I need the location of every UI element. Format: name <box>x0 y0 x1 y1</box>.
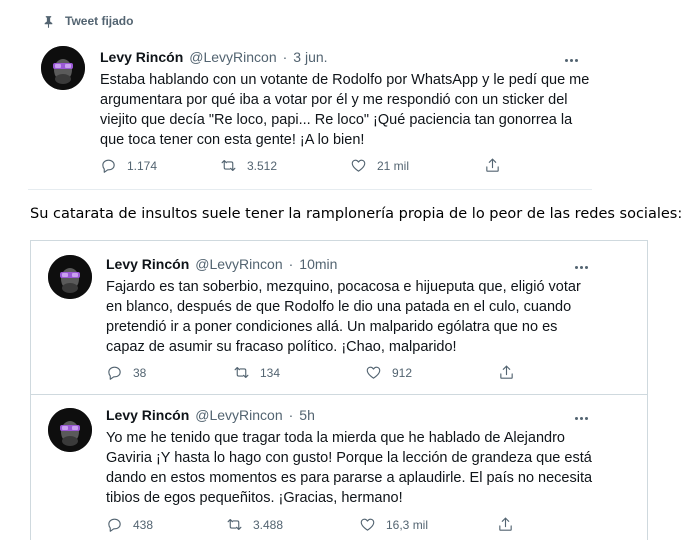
tweet[interactable]: Levy Rincón @LevyRincon · 10min Fajardo … <box>31 241 647 394</box>
pinned-tweet-panel: Tweet fijado Levy Rincón @LevyRincon · 3… <box>28 0 592 190</box>
avatar-image <box>48 408 92 452</box>
separator: · <box>288 407 294 423</box>
retweet-count: 134 <box>260 365 281 380</box>
like-count: 16,3 mil <box>386 517 429 532</box>
like-count: 21 mil <box>377 158 410 173</box>
heart-icon <box>360 518 375 531</box>
reply-count: 38 <box>133 365 147 380</box>
retweet-button[interactable]: 3.512 <box>220 157 350 174</box>
avatar-image <box>41 46 85 90</box>
user-handle[interactable]: @LevyRincon <box>195 407 282 423</box>
heart-icon <box>351 159 366 172</box>
retweet-count: 3.488 <box>253 517 284 532</box>
avatar[interactable] <box>48 408 92 452</box>
reply-count: 438 <box>133 517 154 532</box>
like-button[interactable]: 16,3 mil <box>359 516 497 533</box>
tweet-header: Levy Rincón @LevyRincon · 3 jun. <box>100 49 328 65</box>
reply-icon <box>108 366 121 380</box>
reply-count: 1.174 <box>127 158 158 173</box>
like-count: 912 <box>392 365 413 380</box>
tweet[interactable]: Levy Rincón @LevyRincon · 3 jun. Estaba … <box>28 0 592 190</box>
share-button[interactable] <box>497 516 514 533</box>
heart-icon <box>366 366 381 379</box>
tweet-actions: 38 134 912 <box>106 364 515 381</box>
avatar-image <box>48 255 92 299</box>
share-icon <box>500 365 513 379</box>
tweet-actions: 1.174 3.512 21 mil <box>100 157 501 174</box>
retweet-icon <box>221 159 236 172</box>
tweet-text: Estaba hablando con un votante de Rodolf… <box>100 72 590 148</box>
tweet-header: Levy Rincón @LevyRincon · 10min <box>106 256 337 272</box>
timestamp[interactable]: 3 jun. <box>293 49 327 65</box>
reply-button[interactable]: 1.174 <box>100 157 220 174</box>
share-icon <box>486 158 499 172</box>
user-handle[interactable]: @LevyRincon <box>189 49 276 65</box>
more-options-icon[interactable] <box>559 53 583 67</box>
article-caption: Su catarata de insultos suele tener la r… <box>30 206 683 222</box>
like-button[interactable]: 21 mil <box>350 157 484 174</box>
avatar[interactable] <box>48 255 92 299</box>
retweet-button[interactable]: 134 <box>233 364 365 381</box>
share-button[interactable] <box>498 364 515 381</box>
display-name[interactable]: Levy Rincón <box>100 49 183 65</box>
tweets-panel: Levy Rincón @LevyRincon · 10min Fajardo … <box>30 240 648 540</box>
more-options-icon[interactable] <box>569 411 593 425</box>
display-name[interactable]: Levy Rincón <box>106 256 189 272</box>
share-icon <box>499 517 512 531</box>
retweet-icon <box>234 366 249 379</box>
avatar[interactable] <box>41 46 85 90</box>
more-options-icon[interactable] <box>569 260 593 274</box>
display-name[interactable]: Levy Rincón <box>106 407 189 423</box>
tweet-actions: 438 3.488 16,3 mil <box>106 516 514 533</box>
tweet-header: Levy Rincón @LevyRincon · 5h <box>106 407 315 423</box>
like-button[interactable]: 912 <box>365 364 498 381</box>
separator: · <box>282 49 288 65</box>
timestamp[interactable]: 10min <box>299 256 337 272</box>
reply-icon <box>102 159 115 173</box>
share-button[interactable] <box>484 157 501 174</box>
retweet-icon <box>227 518 242 531</box>
user-handle[interactable]: @LevyRincon <box>195 256 282 272</box>
reply-button[interactable]: 438 <box>106 516 226 533</box>
tweet-text: Yo me he tenido que tragar toda la mierd… <box>106 430 593 506</box>
tweet-text: Fajardo es tan soberbio, mezquino, pocac… <box>106 279 581 355</box>
timestamp[interactable]: 5h <box>299 407 315 423</box>
separator: · <box>288 256 294 272</box>
reply-icon <box>108 518 121 532</box>
retweet-button[interactable]: 3.488 <box>226 516 359 533</box>
reply-button[interactable]: 38 <box>106 364 233 381</box>
tweet[interactable]: Levy Rincón @LevyRincon · 5h Yo me he te… <box>31 395 647 540</box>
retweet-count: 3.512 <box>247 158 278 173</box>
